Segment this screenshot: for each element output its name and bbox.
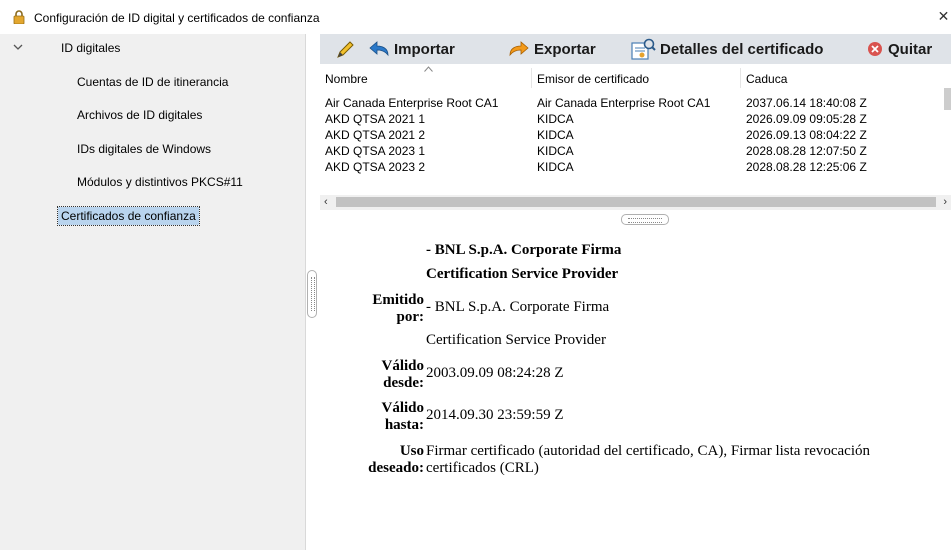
- table-row[interactable]: AKD QTSA 2023 1 KIDCA 2028.08.28 12:07:5…: [320, 143, 951, 159]
- valid-from-label-line-2: desde:: [383, 375, 424, 391]
- sidebar-item-roaming-accounts[interactable]: Cuentas de ID de itinerancia: [77, 75, 228, 89]
- cell-name: Air Canada Enterprise Root CA1: [325, 96, 499, 110]
- column-header-expires[interactable]: Caduca: [746, 72, 787, 86]
- lock-icon: [13, 10, 25, 24]
- cell-name: AKD QTSA 2021 2: [325, 128, 426, 142]
- column-divider[interactable]: [531, 68, 532, 88]
- chevron-down-icon[interactable]: [13, 42, 23, 52]
- valid-to-label-line-1: Válido: [381, 400, 424, 416]
- window-title: Configuración de ID digital y certificad…: [34, 11, 320, 25]
- cell-expires: 2026.09.13 08:04:22 Z: [746, 128, 867, 142]
- sidebar-item-trusted-certificates[interactable]: Certificados de confianza: [57, 206, 200, 226]
- intended-use-label-line-1: Uso: [399, 443, 424, 459]
- cell-issuer: KIDCA: [537, 112, 574, 126]
- sidebar-item-pkcs11[interactable]: Módulos y distintivos PKCS#11: [77, 175, 243, 189]
- valid-from-label-line-1: Válido: [381, 358, 424, 374]
- certificate-list: Nombre Emisor de certificado Caduca Air …: [320, 64, 951, 210]
- title-bar: Configuración de ID digital y certificad…: [0, 0, 951, 34]
- column-header-name[interactable]: Nombre: [325, 72, 368, 86]
- cell-issuer: Air Canada Enterprise Root CA1: [537, 96, 711, 110]
- export-label: Exportar: [534, 40, 596, 58]
- toolbar: Importar Exportar Detalles del certifica…: [320, 34, 951, 64]
- issued-by-line-1: - BNL S.p.A. Corporate Firma: [426, 299, 610, 315]
- edit-button[interactable]: [334, 38, 356, 60]
- horizontal-scrollbar[interactable]: ‹ ›: [320, 195, 951, 210]
- intended-use-line-2: certificados (CRL): [426, 460, 539, 476]
- issued-by-label-line-1: Emitido: [372, 292, 424, 308]
- scroll-right-icon[interactable]: ›: [943, 195, 947, 210]
- subject-line-2: Certification Service Provider: [426, 266, 619, 282]
- horizontal-splitter-grip[interactable]: [621, 214, 669, 225]
- table-row[interactable]: AKD QTSA 2021 2 KIDCA 2026.09.13 08:04:2…: [320, 127, 951, 143]
- export-arrow-icon: [509, 41, 529, 57]
- valid-to-label-line-2: hasta:: [384, 417, 424, 433]
- import-button[interactable]: Importar: [368, 38, 455, 60]
- intended-use-label-line-2: deseado:: [368, 460, 424, 476]
- certificate-details-pane: - BNL S.p.A. Corporate Firma Certificati…: [320, 225, 951, 550]
- cell-name: AKD QTSA 2023 2: [325, 160, 426, 174]
- cell-expires: 2037.06.14 18:40:08 Z: [746, 96, 867, 110]
- remove-button[interactable]: Quitar: [866, 38, 932, 60]
- sidebar: ID digitales Cuentas de ID de itineranci…: [0, 34, 305, 550]
- horizontal-scrollbar-thumb[interactable]: [336, 197, 936, 207]
- sort-ascending-icon: [424, 66, 433, 72]
- cell-name: AKD QTSA 2023 1: [325, 144, 426, 158]
- cell-expires: 2026.09.09 09:05:28 Z: [746, 112, 867, 126]
- subject-line-1: - BNL S.p.A. Corporate Firma: [426, 242, 622, 258]
- sidebar-item-digital-id-files[interactable]: Archivos de ID digitales: [77, 108, 202, 122]
- vertical-scrollbar-thumb[interactable]: [944, 88, 951, 110]
- sidebar-group-digital-ids[interactable]: ID digitales: [61, 41, 120, 55]
- scroll-left-icon[interactable]: ‹: [324, 195, 328, 210]
- table-row[interactable]: AKD QTSA 2023 2 KIDCA 2028.08.28 12:25:0…: [320, 159, 951, 175]
- intended-use-label: Uso deseado:: [350, 443, 424, 477]
- splitter-grip[interactable]: [307, 270, 317, 318]
- cell-name: AKD QTSA 2021 1: [325, 112, 426, 126]
- table-row[interactable]: AKD QTSA 2021 1 KIDCA 2026.09.09 09:05:2…: [320, 111, 951, 127]
- certificate-details-icon: [631, 38, 656, 60]
- import-label: Importar: [394, 40, 455, 58]
- issued-by-line-2: Certification Service Provider: [426, 332, 606, 348]
- issued-by-label-line-2: por:: [396, 309, 425, 325]
- valid-to-value: 2014.09.30 23:59:59 Z: [426, 407, 564, 423]
- column-header-issuer[interactable]: Emisor de certificado: [537, 72, 649, 86]
- cell-issuer: KIDCA: [537, 160, 574, 174]
- sidebar-item-windows-ids[interactable]: IDs digitales de Windows: [77, 142, 211, 156]
- close-icon[interactable]: ✕: [936, 8, 951, 24]
- pencil-icon: [337, 41, 354, 58]
- export-button[interactable]: Exportar: [508, 38, 596, 60]
- import-arrow-icon: [369, 41, 389, 57]
- certificate-details-label: Detalles del certificado: [660, 40, 824, 58]
- certificate-details-button[interactable]: Detalles del certificado: [630, 38, 823, 60]
- intended-use-line-1: Firmar certificado (autoridad del certif…: [426, 443, 870, 459]
- remove-label: Quitar: [888, 40, 933, 58]
- issued-by-label: Emitido por:: [350, 292, 424, 326]
- cell-issuer: KIDCA: [537, 144, 574, 158]
- valid-from-label: Válido desde:: [350, 358, 424, 392]
- valid-to-label: Válido hasta:: [350, 400, 424, 434]
- valid-from-value: 2003.09.09 08:24:28 Z: [426, 365, 564, 381]
- remove-icon: [868, 42, 882, 56]
- cell-expires: 2028.08.28 12:07:50 Z: [746, 144, 867, 158]
- cell-expires: 2028.08.28 12:25:06 Z: [746, 160, 867, 174]
- table-row[interactable]: Air Canada Enterprise Root CA1 Air Canad…: [320, 95, 951, 111]
- column-divider[interactable]: [740, 68, 741, 88]
- cell-issuer: KIDCA: [537, 128, 574, 142]
